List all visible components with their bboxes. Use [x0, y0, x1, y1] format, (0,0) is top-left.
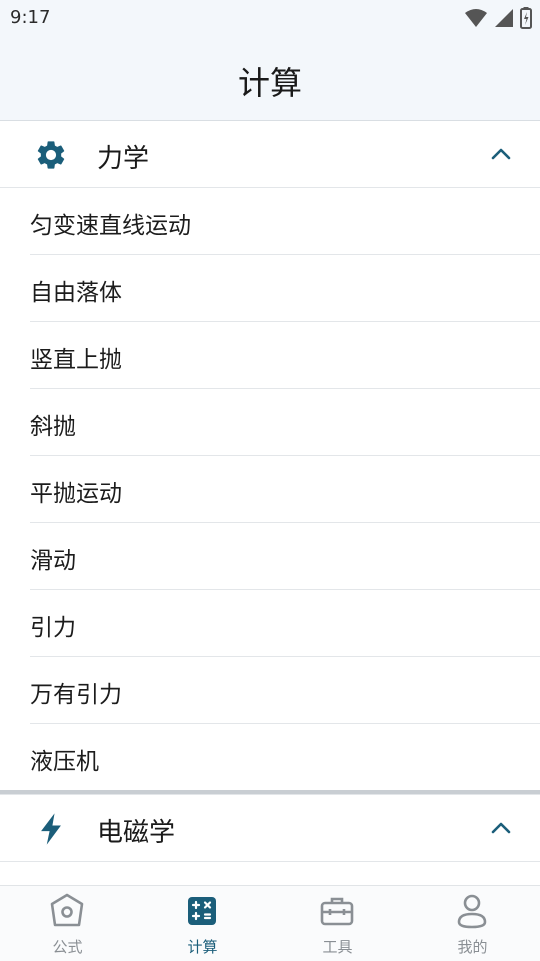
- list-item[interactable]: 万有引力: [30, 657, 540, 724]
- chevron-up-icon[interactable]: [490, 145, 512, 163]
- section-header-electromagnetism[interactable]: 电磁学: [0, 795, 540, 862]
- list-item[interactable]: 自由落体: [30, 255, 540, 322]
- status-time: 9:17: [10, 7, 51, 28]
- section-title: 电磁学: [97, 818, 176, 848]
- section-header-mechanics[interactable]: 力学: [0, 121, 540, 188]
- list-item-label: 自由落体: [30, 280, 122, 306]
- chevron-up-icon[interactable]: [490, 819, 512, 837]
- nav-item-profile[interactable]: 我的: [405, 886, 540, 961]
- list-item[interactable]: 斜抛: [30, 389, 540, 456]
- app-bar: 计算: [0, 36, 540, 121]
- list-item[interactable]: 引力: [30, 590, 540, 657]
- list-item[interactable]: 匀变速直线运动: [30, 188, 540, 255]
- list-item-label: 斜抛: [30, 414, 76, 440]
- list-item-label: 滑动: [30, 548, 76, 574]
- section-title: 力学: [97, 144, 150, 174]
- list-item-label: 竖直上抛: [30, 347, 122, 373]
- nav-label: 计算: [187, 938, 218, 956]
- status-bar: 9:17: [0, 0, 540, 36]
- nav-item-calculate[interactable]: 计算: [135, 886, 270, 961]
- list-item[interactable]: 滑动: [30, 523, 540, 590]
- bottom-navigation: 公式 计算 工具 我的: [0, 885, 540, 961]
- nav-label: 我的: [457, 938, 488, 956]
- list-item-label: 匀变速直线运动: [30, 213, 191, 239]
- list-item-label: 万有引力: [30, 682, 122, 708]
- lightning-icon: [41, 813, 61, 845]
- nav-item-tools[interactable]: 工具: [270, 886, 405, 961]
- status-icons: [464, 7, 532, 29]
- list-item[interactable]: 平抛运动: [30, 456, 540, 523]
- calculator-icon: [188, 897, 216, 925]
- formula-icon: [50, 893, 84, 927]
- toolbox-icon: [320, 897, 354, 926]
- list-item-label: 液压机: [30, 749, 99, 775]
- signal-icon: [495, 9, 513, 27]
- nav-item-formula[interactable]: 公式: [0, 886, 135, 961]
- gear-icon: [37, 141, 65, 169]
- battery-icon: [520, 7, 532, 29]
- page-title: 计算: [237, 64, 302, 102]
- list-item-label: 平抛运动: [30, 481, 122, 507]
- profile-icon: [457, 894, 487, 929]
- wifi-icon: [465, 9, 487, 27]
- list-item-label: 引力: [30, 615, 76, 641]
- list-item[interactable]: 竖直上抛: [30, 322, 540, 389]
- nav-label: 公式: [52, 938, 83, 956]
- calculation-list[interactable]: 力学 匀变速直线运动 自由落体 竖直上抛 斜抛 平抛运动 滑动 引力 万有引力 …: [0, 121, 540, 885]
- nav-label: 工具: [322, 938, 353, 956]
- list-item[interactable]: 液压机: [30, 724, 540, 790]
